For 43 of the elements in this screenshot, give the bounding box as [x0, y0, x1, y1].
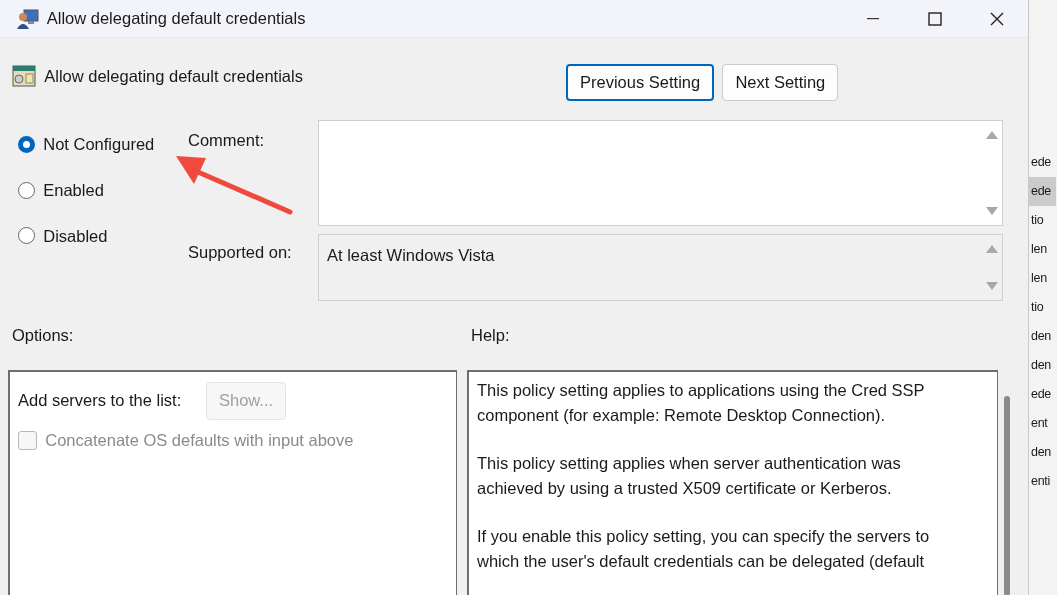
- scroll-up-icon[interactable]: [986, 245, 998, 253]
- scrollbar-thumb[interactable]: [1004, 395, 1010, 595]
- radio-label[interactable]: Enabled: [43, 177, 104, 203]
- next-setting-button[interactable]: Next Setting: [722, 64, 839, 101]
- radio-label[interactable]: Not Configured: [43, 132, 155, 157]
- help-paragraph: If you enable this policy setting, you can specify the servers to which the user's default credentials can be delegated (default: [477, 525, 931, 572]
- policy-settings-icon: [12, 64, 36, 88]
- minimize-icon: [867, 17, 879, 20]
- computer-user-icon: [16, 8, 39, 29]
- window-title: Allow delegating default credentials: [46, 8, 306, 30]
- radio-button[interactable]: [18, 181, 35, 199]
- list-item[interactable]: ede: [1029, 148, 1056, 177]
- list-item[interactable]: ede: [1029, 380, 1056, 409]
- list-item[interactable]: len: [1029, 235, 1056, 264]
- radio-label[interactable]: Disabled: [43, 223, 108, 249]
- scroll-up-icon[interactable]: [986, 131, 998, 139]
- supported-on-label: Supported on:: [188, 242, 293, 263]
- list-item[interactable]: tio: [1029, 206, 1056, 235]
- help-label: Help:: [471, 325, 510, 346]
- scroll-down-icon[interactable]: [986, 282, 998, 290]
- list-item[interactable]: enti: [1029, 467, 1056, 496]
- supported-on-value: At least Windows Vista: [326, 245, 496, 266]
- concatenate-label: Concatenate OS defaults with input above: [45, 430, 354, 451]
- radio-button[interactable]: [18, 135, 35, 153]
- close-icon: [990, 11, 1004, 26]
- comment-field[interactable]: [318, 120, 1003, 226]
- add-servers-label: Add servers to the list:: [18, 390, 182, 412]
- scroll-down-icon[interactable]: [986, 207, 998, 215]
- maximize-icon: [928, 11, 942, 26]
- list-item[interactable]: tio: [1029, 293, 1056, 322]
- radio-button[interactable]: [18, 227, 35, 245]
- options-label: Options:: [12, 325, 75, 346]
- help-paragraph: This policy setting applies when server authentication was achieved by using a trusted X509 certificate or Kerberos.: [477, 452, 902, 499]
- comment-label: Comment:: [188, 130, 266, 151]
- previous-setting-button[interactable]: Previous Setting: [566, 64, 715, 101]
- list-item[interactable]: den: [1029, 438, 1056, 467]
- help-paragraph: This policy setting applies to applications using the Cred SSP component (for example: Remote Desktop Connection).: [477, 379, 926, 426]
- list-item[interactable]: ent: [1029, 409, 1056, 438]
- setting-name: Allow delegating default credentials: [44, 66, 303, 87]
- list-item[interactable]: den: [1029, 322, 1056, 351]
- list-item[interactable]: ede: [1029, 177, 1056, 206]
- list-item[interactable]: len: [1029, 264, 1056, 293]
- list-item[interactable]: den: [1029, 351, 1056, 380]
